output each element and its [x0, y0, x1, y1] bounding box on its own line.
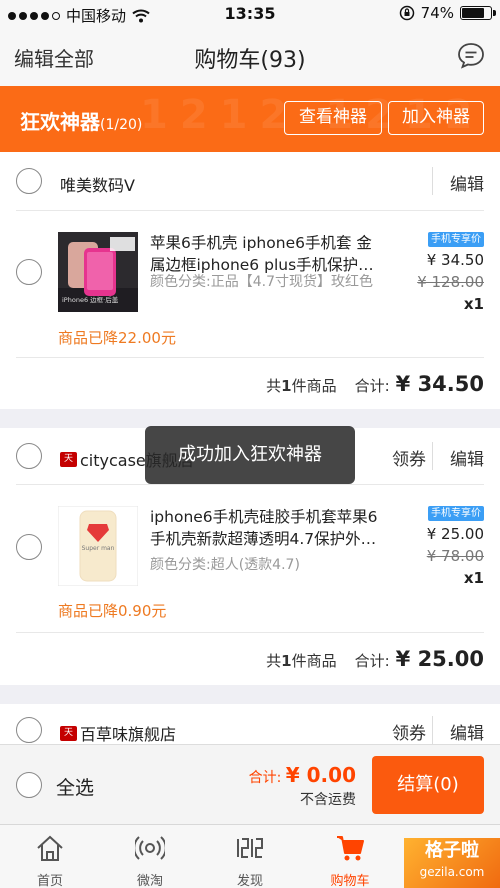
item-quantity: x1 [463, 569, 484, 587]
product-thumbnail[interactable]: Super man [58, 506, 138, 586]
divider [16, 210, 484, 211]
divider [16, 357, 484, 358]
cart-icon [337, 836, 364, 861]
shop-name[interactable]: 唯美数码V [60, 172, 135, 196]
shop-total-amount: ¥ 25.00 [395, 647, 484, 671]
battery-percent: 74% [420, 4, 454, 22]
mobile-price-badge: 手机专享价 [428, 232, 484, 247]
item-original-price: ¥ 78.00 [426, 547, 484, 565]
shop-checkbox[interactable] [16, 168, 42, 194]
cart-summary: 合计: ¥ 0.00 不含运费 [249, 763, 356, 809]
tmall-badge: 天猫 [60, 451, 77, 479]
price-drop-note: 商品已降0.90元 [58, 602, 167, 620]
tab-bar: 首页 微淘 发现 购物车 格子啦 gezila.com [0, 824, 500, 888]
shop-name[interactable]: 天猫 百草味旗舰店 [60, 721, 177, 753]
tab-label: 首页 [36, 874, 63, 888]
coupon-button[interactable]: 领券 [392, 445, 426, 470]
checkout-button[interactable]: 结算(0) [372, 756, 484, 814]
divider [432, 716, 433, 744]
cart-total-amount: ¥ 0.00 [285, 763, 356, 787]
checkout-bar: 全选 合计: ¥ 0.00 不含运费 结算(0) [0, 744, 500, 824]
banner-count: (1/20) [100, 117, 143, 133]
shop-name-label: 百草味旗舰店 [80, 725, 177, 744]
home-icon [37, 835, 63, 861]
page-title: 购物车(93) [194, 48, 306, 73]
item-count: 共1件商品 [266, 377, 337, 395]
item-quantity: x1 [463, 295, 484, 313]
item-spec: 颜色分类:正品【4.7寸现货】玫红色 [150, 274, 373, 290]
battery-icon [460, 6, 496, 20]
item-count: 共1件商品 [266, 652, 337, 670]
tab-cart[interactable]: 购物车 [300, 825, 400, 888]
toast-message: 成功加入狂欢神器 [145, 426, 355, 484]
tab-discover[interactable]: 发现 [200, 825, 300, 888]
broadcast-icon [135, 836, 165, 860]
coupon-button[interactable]: 领券 [392, 719, 426, 744]
rotation-lock-icon [399, 5, 414, 21]
select-all-label[interactable]: 全选 [56, 773, 94, 800]
watermark-line1: 格子啦 [425, 840, 479, 861]
item-checkbox[interactable] [16, 259, 42, 285]
price-drop-note: 商品已降22.00元 [58, 329, 176, 347]
item-title[interactable]: iphone6手机壳硅胶手机套苹果6手机壳新款超薄透明4.7保护外… [150, 506, 385, 550]
tab-weitao[interactable]: 微淘 [100, 825, 200, 888]
thumb-caption: Super man [82, 545, 115, 552]
shop-name-label: 唯美数码V [60, 176, 135, 195]
watermark-line2: gezila.com [419, 865, 485, 879]
banner-name: 狂欢神器 [20, 110, 100, 134]
divider [432, 167, 433, 195]
1212-icon [237, 838, 263, 858]
total-label: 合计: [354, 377, 390, 395]
product-thumbnail[interactable]: iPhone6 边框·后盖 [58, 232, 138, 312]
shop-edit-button[interactable]: 编辑 [450, 170, 484, 195]
item-price: ¥ 34.50 [426, 251, 484, 269]
item-checkbox[interactable] [16, 534, 42, 560]
cart-total: 合计: ¥ 0.00 [249, 763, 356, 787]
shop-checkbox[interactable] [16, 717, 42, 743]
status-right: 74% [399, 4, 496, 22]
divider [432, 442, 433, 470]
shop-total-amount: ¥ 34.50 [395, 372, 484, 396]
tab-label: 购物车 [330, 874, 370, 888]
tab-home[interactable]: 首页 [0, 825, 100, 888]
item-price: ¥ 25.00 [426, 525, 484, 543]
promo-banner: 1212 1212 狂欢神器(1/20) 查看神器 加入神器 [0, 86, 500, 152]
shipping-note: 不含运费 [300, 792, 356, 808]
mobile-price-badge: 手机专享价 [428, 506, 484, 521]
banner-title: 狂欢神器(1/20) [20, 106, 142, 135]
select-all-checkbox[interactable] [16, 772, 42, 798]
shop-edit-button[interactable]: 编辑 [450, 719, 484, 744]
add-tool-button[interactable]: 加入神器 [388, 101, 484, 135]
item-spec: 颜色分类:超人(透款4.7) [150, 557, 300, 573]
item-title[interactable]: 苹果6手机壳 iphone6手机套 金属边框iphone6 plus手机保护… [150, 232, 385, 276]
watermark-logo: 格子啦 gezila.com [404, 838, 500, 888]
tab-label: 微淘 [136, 874, 163, 888]
shop-checkbox[interactable] [16, 443, 42, 469]
shop-total: 共1件商品 合计: ¥ 25.00 [266, 647, 484, 671]
item-original-price: ¥ 128.00 [417, 273, 484, 291]
status-bar: 中国移动 13:35 74% [0, 0, 500, 28]
divider [16, 632, 484, 633]
divider [16, 484, 484, 485]
tab-label: 发现 [236, 874, 263, 888]
tmall-badge: 天猫 [60, 725, 77, 753]
thumb-caption: iPhone6 边框·后盖 [62, 295, 119, 304]
view-tool-button[interactable]: 查看神器 [284, 101, 382, 135]
shop-card: 唯美数码V 编辑 iPhone6 边框·后盖 苹果6手机壳 iphone6手机套… [0, 152, 500, 409]
cart-total-label: 合计: [248, 770, 282, 786]
message-icon[interactable] [456, 41, 486, 71]
total-label: 合计: [354, 652, 390, 670]
shop-card: 天猫 百草味旗舰店 领券 编辑 [0, 704, 500, 753]
nav-bar: 编辑全部 购物车(93) [0, 28, 500, 86]
shop-total: 共1件商品 合计: ¥ 34.50 [266, 372, 484, 396]
shop-edit-button[interactable]: 编辑 [450, 445, 484, 470]
